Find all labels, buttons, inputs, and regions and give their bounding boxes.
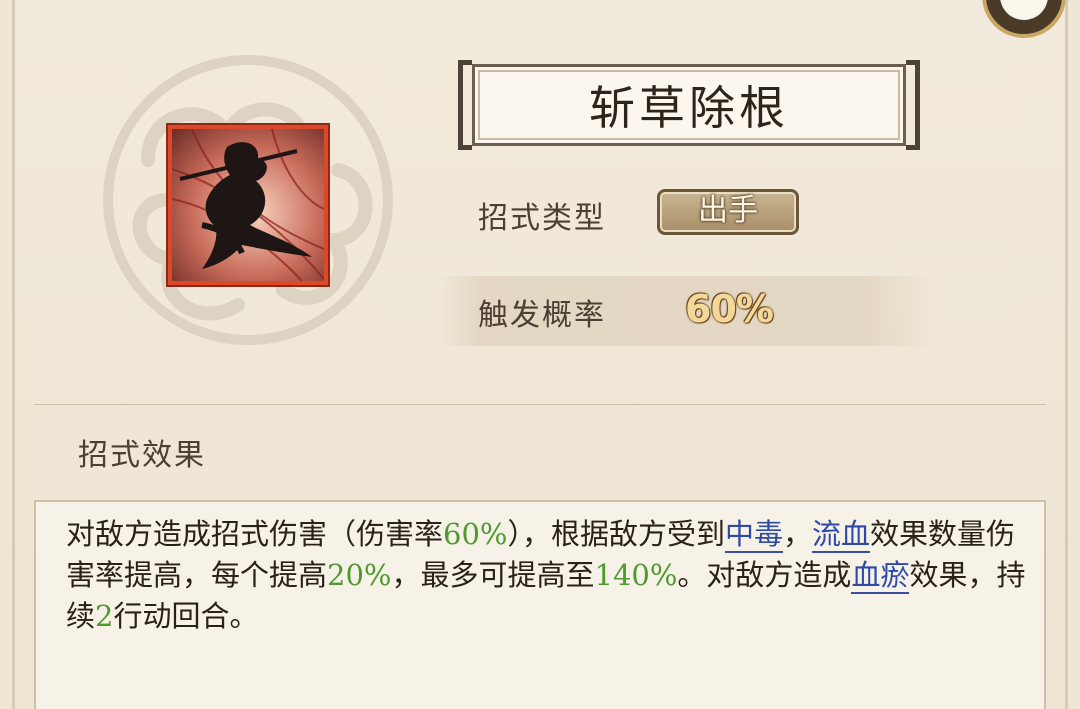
chat-bubble-icon bbox=[1000, 0, 1048, 20]
skill-name: 斩草除根 bbox=[589, 81, 789, 135]
effect-text-segment: 对敌方造成招式伤害（伤害率 bbox=[66, 517, 444, 551]
skill-type-badge: 出手 bbox=[657, 189, 799, 235]
effect-value-highlight: 140% bbox=[594, 558, 678, 592]
effect-text-segment: 。对敌方造成 bbox=[677, 558, 852, 592]
ninja-slash-icon bbox=[172, 129, 324, 281]
skill-type-label: 招式类型 bbox=[478, 201, 606, 236]
section-divider bbox=[34, 404, 1046, 405]
effect-text-segment: ，最多可提高至 bbox=[391, 558, 595, 592]
effect-value-highlight: 60% bbox=[443, 517, 508, 551]
effect-text-segment: ， bbox=[783, 517, 813, 551]
effect-text-segment: 行动回合。 bbox=[113, 599, 259, 633]
effect-value-highlight: 2 bbox=[95, 599, 114, 633]
status-keyword-link[interactable]: 流血 bbox=[812, 517, 871, 553]
status-keyword-link[interactable]: 中毒 bbox=[725, 517, 784, 553]
skill-icon bbox=[166, 123, 330, 287]
effect-description: 对敌方造成招式伤害（伤害率60%），根据敌方受到中毒，流血效果数量伤害率提高，每… bbox=[66, 514, 1026, 637]
effect-title: 招式效果 bbox=[78, 438, 206, 473]
trigger-rate-label: 触发概率 bbox=[478, 298, 606, 333]
status-keyword-link[interactable]: 血瘀 bbox=[851, 558, 910, 594]
effect-value-highlight: 20% bbox=[327, 558, 392, 592]
trigger-rate-value: 60% bbox=[685, 287, 774, 331]
effect-text-segment: ），根据敌方受到 bbox=[507, 517, 725, 551]
skill-name-plate: 斩草除根 bbox=[458, 60, 920, 150]
